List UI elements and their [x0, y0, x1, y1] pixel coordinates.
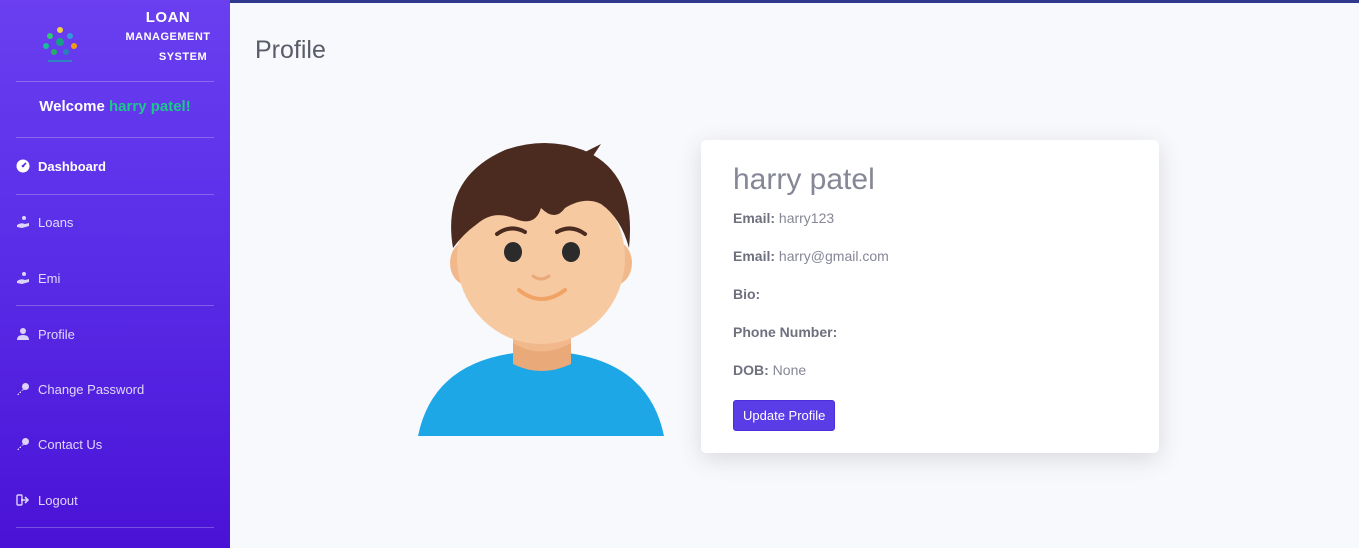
sidebar-item-label: Logout [38, 492, 78, 508]
tachometer-icon [16, 159, 30, 173]
sidebar-divider [16, 81, 214, 82]
profile-card: harry patel Email: harry123 Email: harry… [701, 140, 1159, 453]
field-label: Bio: [733, 286, 761, 302]
sidebar-item-label: Profile [38, 326, 75, 342]
profile-bio: Bio: [733, 286, 1127, 306]
welcome-user-name: harry patel! [109, 98, 191, 115]
hand-coin-icon [16, 215, 30, 229]
sidebar-item-emi[interactable]: Emi [0, 258, 230, 298]
brand[interactable]: LOAN MANAGEMENT SYSTEM [0, 0, 230, 80]
sidebar-item-change-password[interactable]: Change Password [0, 369, 230, 409]
user-icon [16, 327, 30, 341]
sidebar-item-label: Dashboard [38, 158, 106, 174]
field-value: harry123 [778, 210, 835, 226]
key-icon [16, 437, 30, 451]
welcome-message: Welcome harry patel! [0, 98, 230, 115]
sign-out-icon [16, 493, 30, 507]
sidebar-divider [16, 137, 214, 138]
sidebar-item-label: Loans [38, 214, 74, 230]
profile-email: Email: harry@gmail.com [733, 248, 1127, 268]
sidebar: LOAN MANAGEMENT SYSTEM Welcome harry pat… [0, 0, 230, 548]
field-value: harry@gmail.com [778, 248, 889, 264]
profile-phone: Phone Number: [733, 324, 1127, 344]
profile-username: Email: harry123 [733, 210, 1127, 230]
sidebar-item-label: Contact Us [38, 436, 103, 452]
brand-line-2: MANAGEMENT [125, 31, 211, 43]
field-label: Phone Number: [733, 324, 838, 340]
key-icon [16, 382, 30, 396]
sidebar-item-loans[interactable]: Loans [0, 202, 230, 242]
field-label: DOB: [733, 362, 769, 378]
field-label: Email: [733, 248, 776, 264]
sidebar-item-profile[interactable]: Profile [0, 314, 230, 354]
brand-line-1: LOAN [145, 9, 191, 26]
sidebar-item-label: Change Password [38, 381, 145, 397]
avatar [418, 143, 664, 436]
sidebar-item-logout[interactable]: Logout [0, 480, 230, 520]
brand-line-3: SYSTEM [158, 51, 208, 63]
sidebar-item-label: Emi [38, 270, 61, 286]
profile-name: harry patel [733, 163, 875, 196]
sidebar-divider [16, 305, 214, 306]
field-label: Email: [733, 210, 776, 226]
sidebar-divider [16, 194, 214, 195]
field-value: None [772, 362, 807, 378]
sidebar-item-contact-us[interactable]: Contact Us [0, 424, 230, 464]
sidebar-divider [16, 527, 214, 528]
profile-dob: DOB: None [733, 362, 1127, 382]
welcome-prefix: Welcome [39, 98, 110, 115]
hand-coin-icon [16, 271, 30, 285]
page-title: Profile [255, 36, 326, 64]
brand-logo-icon [43, 27, 77, 62]
update-profile-button[interactable]: Update Profile [733, 400, 836, 431]
sidebar-item-dashboard[interactable]: Dashboard [0, 146, 230, 186]
